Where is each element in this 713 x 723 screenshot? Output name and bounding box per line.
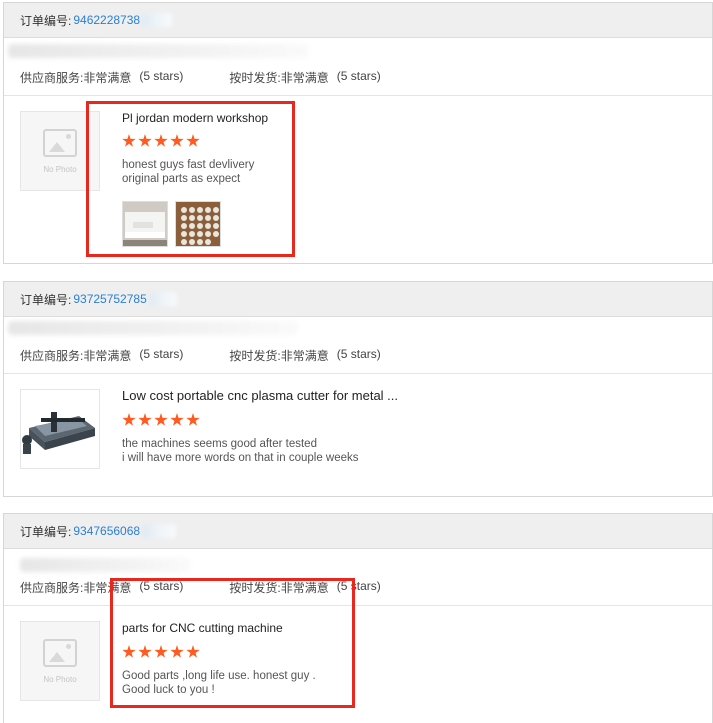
- product-thumbnail[interactable]: [20, 389, 100, 469]
- order-number-link[interactable]: 9347656068: [73, 524, 140, 538]
- star-rating: [122, 413, 200, 427]
- on-time-shipping-value: 非常满意: [280, 349, 329, 363]
- star-icon: [138, 413, 152, 426]
- no-photo-text: No Photo: [43, 674, 77, 684]
- supplier-service-label: 供应商服务:: [20, 71, 84, 85]
- order-header: 订单编号: 93725752785: [4, 282, 712, 317]
- redacted-text: [8, 321, 298, 335]
- review-line: the machines seems good after tested: [122, 438, 317, 450]
- review-text: the machines seems good after tested i w…: [122, 437, 359, 465]
- supplier-service-stars: (5 stars): [139, 69, 184, 83]
- rating-row: 供应商服务: 非常满意 (5 stars) 按时发货: 非常满意 (5 star…: [20, 69, 381, 86]
- order-number-label: 订单编号:: [20, 292, 72, 307]
- supplier-service-label: 供应商服务:: [20, 349, 84, 363]
- star-icon: [154, 413, 168, 426]
- on-time-shipping-value: 非常满意: [280, 71, 329, 85]
- on-time-shipping-stars: (5 stars): [336, 347, 381, 361]
- redacted-text: [142, 524, 177, 538]
- divider: [4, 95, 712, 96]
- image-placeholder-icon: [43, 128, 77, 157]
- product-thumbnail[interactable]: No Photo: [20, 621, 100, 701]
- order-number-label: 订单编号:: [20, 13, 72, 28]
- star-icon: [186, 413, 200, 426]
- order-header: 订单编号: 9462228738: [4, 3, 712, 38]
- highlight-box: [86, 101, 295, 257]
- order-card-2: 订单编号: 93725752785 供应商服务: 非常满意 (5 stars) …: [3, 281, 713, 497]
- on-time-shipping-label: 按时发货:: [229, 71, 281, 85]
- no-photo-text: No Photo: [43, 164, 77, 174]
- no-photo-placeholder: No Photo: [21, 622, 99, 700]
- order-header: 订单编号: 9347656068: [4, 514, 712, 549]
- divider: [4, 373, 712, 374]
- supplier-service-value: 非常满意: [83, 71, 132, 85]
- order-number-label: 订单编号:: [20, 524, 72, 539]
- supplier-service-stars: (5 stars): [139, 347, 184, 361]
- supplier-service-value: 非常满意: [83, 349, 132, 363]
- redacted-text: [8, 44, 308, 58]
- review-line: i will have more words on that in couple…: [122, 452, 359, 464]
- star-icon: [170, 413, 184, 426]
- redacted-text: [148, 292, 177, 306]
- star-icon: [122, 413, 136, 426]
- order-number-link[interactable]: 9462228738: [73, 13, 140, 27]
- product-title[interactable]: Low cost portable cnc plasma cutter for …: [122, 388, 398, 403]
- image-placeholder-icon: [43, 638, 77, 667]
- cnc-plasma-cutter-icon: [21, 390, 99, 468]
- on-time-shipping-label: 按时发货:: [229, 349, 281, 363]
- redacted-text: [142, 13, 173, 27]
- on-time-shipping-stars: (5 stars): [336, 69, 381, 83]
- rating-row: 供应商服务: 非常满意 (5 stars) 按时发货: 非常满意 (5 star…: [20, 347, 381, 364]
- supplier-service-label: 供应商服务:: [20, 581, 84, 595]
- highlight-box: [110, 578, 355, 708]
- redacted-text: [20, 558, 190, 572]
- order-number-link[interactable]: 93725752785: [73, 292, 146, 306]
